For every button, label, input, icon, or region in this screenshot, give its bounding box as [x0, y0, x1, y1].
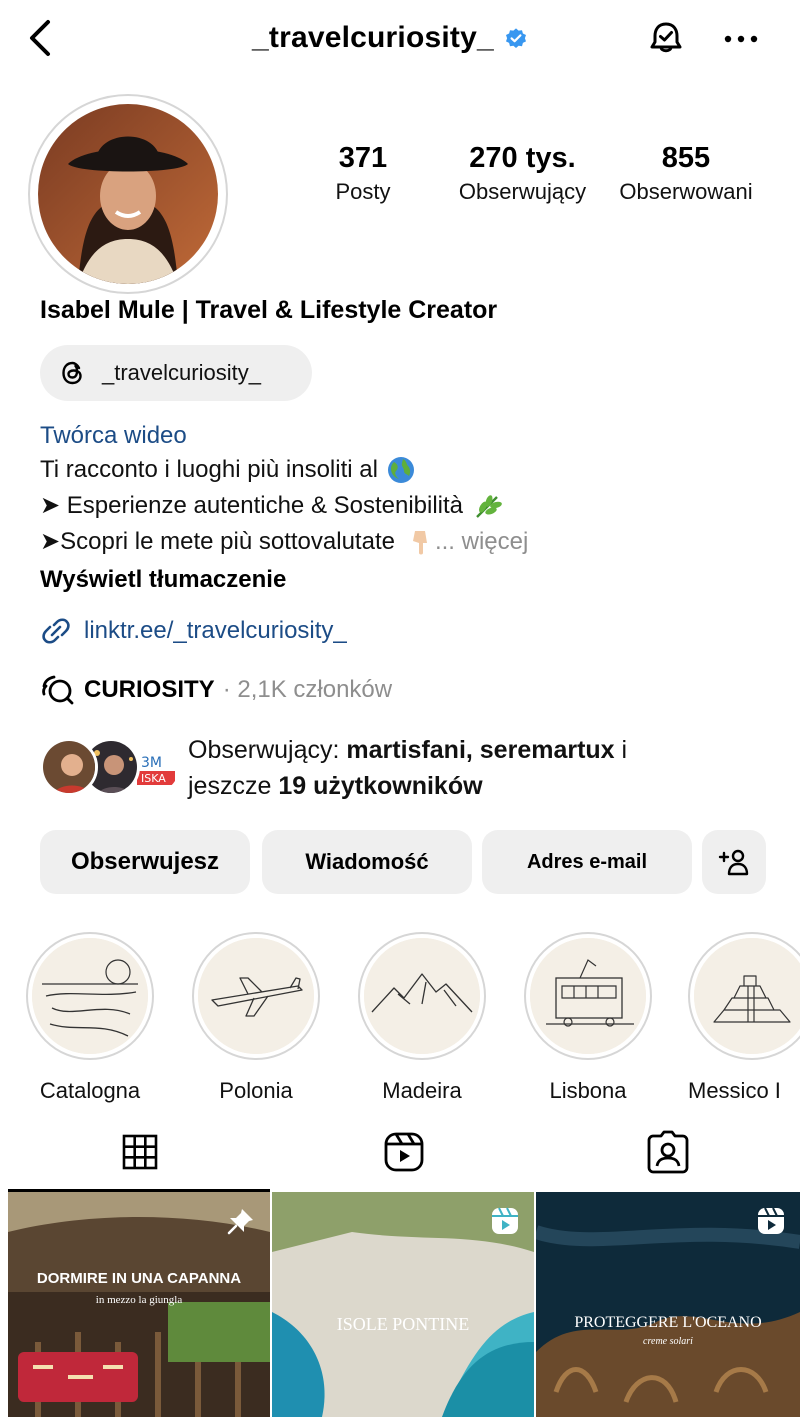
see-translation-link[interactable]: Wyświetl tłumaczenie: [40, 562, 286, 598]
post-thumbnail[interactable]: ISOLE PONTINE: [272, 1192, 534, 1417]
profile-photo: [38, 104, 218, 284]
stat-followers[interactable]: 270 tys. Obserwujący: [440, 140, 605, 208]
tab-tagged[interactable]: [536, 1116, 800, 1188]
channel-member-count: · 2,1K członków: [222, 676, 393, 703]
chevron-left-icon: [30, 20, 50, 56]
link-icon: [42, 618, 70, 644]
suggested-accounts-button[interactable]: [702, 830, 766, 894]
mutual-count: 19 użytkowników: [278, 772, 483, 800]
mutual-joiner: i: [621, 736, 628, 764]
reel-icon: [492, 1207, 518, 1234]
stat-posts[interactable]: 371 Posty: [308, 140, 418, 208]
profile-username-wrap: _travelcuriosity_: [252, 18, 528, 58]
post-thumbnail[interactable]: DORMIRE IN UNA CAPANNA in mezzo la giung…: [8, 1192, 270, 1417]
svg-text:ISKA: ISKA: [141, 772, 166, 785]
mutual-names: martisfani, seremartux: [346, 736, 615, 764]
threads-icon: [62, 361, 82, 385]
highlight-cover: [364, 938, 480, 1054]
highlight-lisbona[interactable]: Lisbona: [522, 932, 654, 1106]
email-button[interactable]: Adres e-mail: [482, 830, 692, 894]
profile-username: _travelcuriosity_: [252, 21, 494, 54]
globe-emoji-icon: [387, 457, 414, 483]
external-link[interactable]: linktr.ee/_travelcuriosity_: [40, 613, 347, 649]
tagged-icon: [647, 1130, 689, 1174]
bio-more-link[interactable]: ... więcej: [435, 524, 528, 560]
highlight-label: Catalogna: [39, 1078, 141, 1103]
pin-icon: [227, 1209, 253, 1235]
reels-icon: [384, 1132, 424, 1172]
avatar: [40, 738, 98, 796]
message-button[interactable]: Wiadomość: [262, 830, 472, 894]
bell-icon: [650, 22, 682, 53]
pointing-down-emoji-icon: [412, 531, 427, 555]
add-person-icon: [718, 849, 749, 876]
mutual-avatars: 3M ISKA: [40, 738, 182, 802]
threads-profile-chip[interactable]: _travelcuriosity_: [40, 345, 312, 401]
verified-badge-icon: [505, 28, 526, 48]
highlight-cover: [694, 938, 800, 1054]
post-title: PROTEGGERE L'OCEANO: [574, 1314, 762, 1331]
mutual-followers[interactable]: 3M ISKA Obserwujący: martisfani, seremart…: [40, 730, 780, 806]
highlight-label: Polonia: [219, 1078, 293, 1103]
bio-line-3: ➤Scopri le mete più sottovalutate: [40, 528, 395, 555]
more-options-button[interactable]: [718, 16, 764, 62]
reel-icon: [758, 1207, 784, 1234]
highlight-label: Lisbona: [549, 1078, 627, 1103]
profile-full-name: Isabel Mule | Travel & Lifestyle Creator: [40, 296, 498, 324]
following-label: Obserwowani: [619, 179, 753, 204]
bio-line-2: ➤ Esperienze autentiche & Sostenibilità: [40, 492, 464, 519]
highlight-madeira[interactable]: Madeira: [356, 932, 488, 1106]
post-title: DORMIRE IN UNA CAPANNA: [36, 1270, 242, 1287]
profile-tabs: [0, 1116, 800, 1188]
external-link-text: linktr.ee/_travelcuriosity_: [84, 617, 347, 644]
post-subtitle: creme solari: [643, 1336, 693, 1347]
broadcast-channel-row[interactable]: CURIOSITY · 2,1K członków: [40, 670, 392, 710]
highlight-catalogna[interactable]: Catalogna: [24, 932, 156, 1106]
post-subtitle: in mezzo la giungla: [95, 1294, 183, 1306]
posts-count: 371: [338, 142, 388, 174]
mutual-followers-text: Obserwujący: martisfani, seremartux i je…: [188, 732, 627, 804]
mutual-suffix: jeszcze: [188, 772, 272, 800]
profile-bio: Ti racconto i luoghi più insoliti al ➤ E…: [40, 452, 780, 560]
highlight-label: Madeira: [382, 1078, 462, 1103]
notifications-bell-button[interactable]: [643, 16, 689, 62]
tab-reels[interactable]: [272, 1116, 536, 1188]
channel-name: CURIOSITY: [84, 676, 215, 703]
profile-avatar[interactable]: [28, 94, 228, 294]
post-title: ISOLE PONTINE: [336, 1314, 470, 1334]
grid-icon: [122, 1134, 158, 1170]
post-thumbnail[interactable]: PROTEGGERE L'OCEANO creme solari: [536, 1192, 800, 1417]
back-button[interactable]: [22, 16, 58, 60]
top-bar: _travelcuriosity_: [0, 0, 800, 80]
broadcast-channel-icon: [42, 675, 74, 705]
highlight-messico[interactable]: Messico I: [688, 932, 800, 1106]
ellipsis-icon: [724, 35, 758, 43]
tab-posts-grid[interactable]: [8, 1116, 272, 1188]
mutual-prefix: Obserwujący:: [188, 736, 340, 764]
following-count: 855: [661, 142, 711, 174]
followers-label: Obserwujący: [458, 179, 587, 204]
highlight-label: Messico I: [688, 1078, 781, 1103]
profile-category: Twórca wideo: [40, 422, 187, 449]
bio-line-1: Ti racconto i luoghi più insoliti al: [40, 456, 378, 483]
highlight-cover: [530, 938, 646, 1054]
highlight-cover: [198, 938, 314, 1054]
highlight-polonia[interactable]: Polonia: [190, 932, 322, 1106]
highlight-cover: [32, 938, 148, 1054]
followers-count: 270 tys.: [469, 142, 576, 174]
following-button[interactable]: Obserwujesz: [40, 830, 250, 894]
stat-following[interactable]: 855 Obserwowani: [606, 140, 766, 208]
posts-label: Posty: [335, 179, 391, 204]
herb-emoji-icon: [476, 495, 502, 518]
threads-handle: _travelcuriosity_: [102, 360, 261, 385]
svg-text:3M: 3M: [141, 755, 162, 771]
